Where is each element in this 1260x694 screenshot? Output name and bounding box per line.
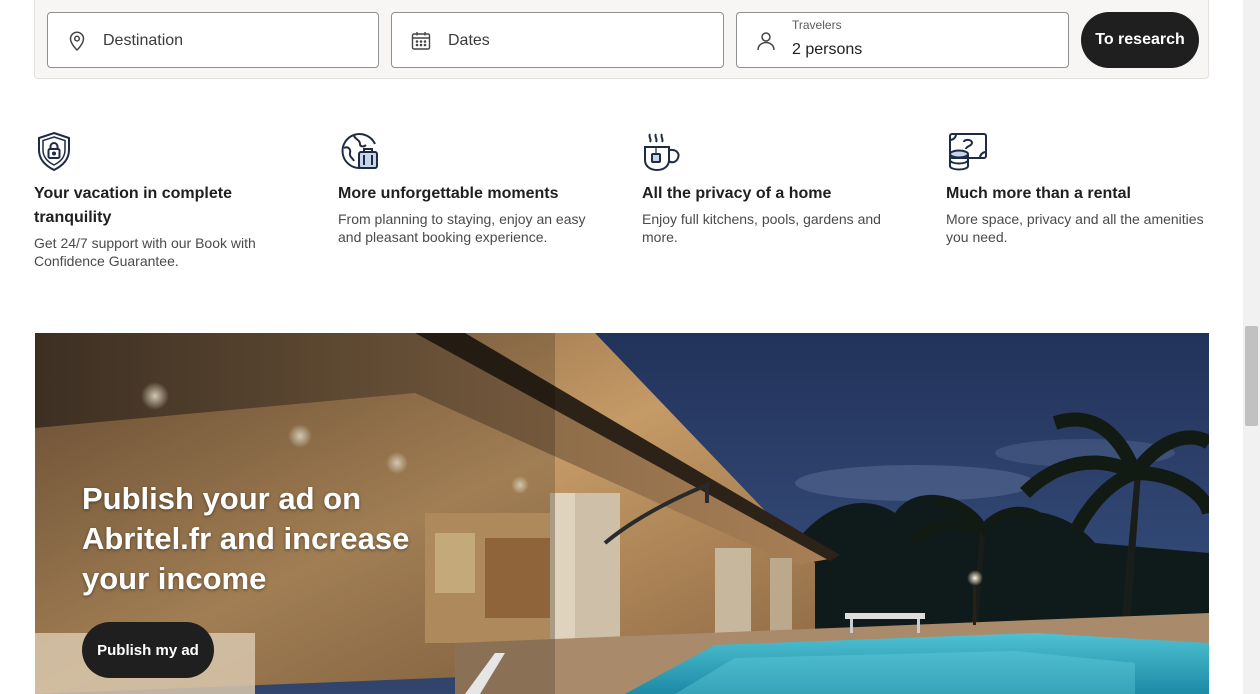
feature-description: Enjoy full kitchens, pools, gardens and … (642, 211, 881, 245)
search-bar: Destination Dates Travelers 2 persons To… (34, 0, 1209, 79)
location-pin-icon (65, 29, 89, 53)
feature-description: More space, privacy and all the amenitie… (946, 211, 1204, 245)
shield-lock-icon (34, 130, 78, 174)
feature-title: All the privacy of a home (642, 185, 832, 202)
scrollbar-thumb[interactable] (1245, 326, 1258, 426)
feature-tranquility: Your vacation in complete tranquility Ge… (34, 130, 264, 270)
feature-title: More unforgettable moments (338, 185, 559, 202)
dates-field[interactable]: Dates (391, 12, 724, 68)
destination-placeholder: Destination (103, 32, 184, 49)
feature-privacy: All the privacy of a home Enjoy full kit… (642, 130, 912, 246)
page-scrollbar[interactable] (1243, 0, 1260, 694)
feature-title: Much more than a rental (946, 185, 1131, 202)
search-button[interactable]: To research (1081, 12, 1199, 68)
travelers-label: Travelers (792, 18, 842, 32)
feature-description: Get 24/7 support with our Book with Conf… (34, 235, 256, 269)
money-coins-icon (946, 130, 990, 174)
dates-placeholder: Dates (448, 32, 490, 49)
calendar-icon (409, 29, 433, 53)
feature-more-than-rental: Much more than a rental More space, priv… (946, 130, 1206, 246)
person-icon (754, 29, 778, 53)
features-section: Your vacation in complete tranquility Ge… (0, 130, 1260, 290)
destination-field[interactable]: Destination (47, 12, 379, 68)
hero-title: Publish your ad on Abritel.fr and increa… (82, 481, 410, 596)
publish-ad-button[interactable]: Publish my ad (82, 622, 214, 678)
hero-banner: Publish your ad on Abritel.fr and increa… (35, 333, 1209, 694)
coffee-cup-icon (642, 130, 686, 174)
travelers-value: 2 persons (792, 41, 863, 58)
feature-moments: More unforgettable moments From planning… (338, 130, 608, 246)
travelers-field[interactable]: Travelers 2 persons (736, 12, 1069, 68)
globe-luggage-icon (338, 130, 382, 174)
feature-description: From planning to staying, enjoy an easy … (338, 211, 586, 245)
feature-title: Your vacation in complete tranquility (34, 185, 232, 226)
